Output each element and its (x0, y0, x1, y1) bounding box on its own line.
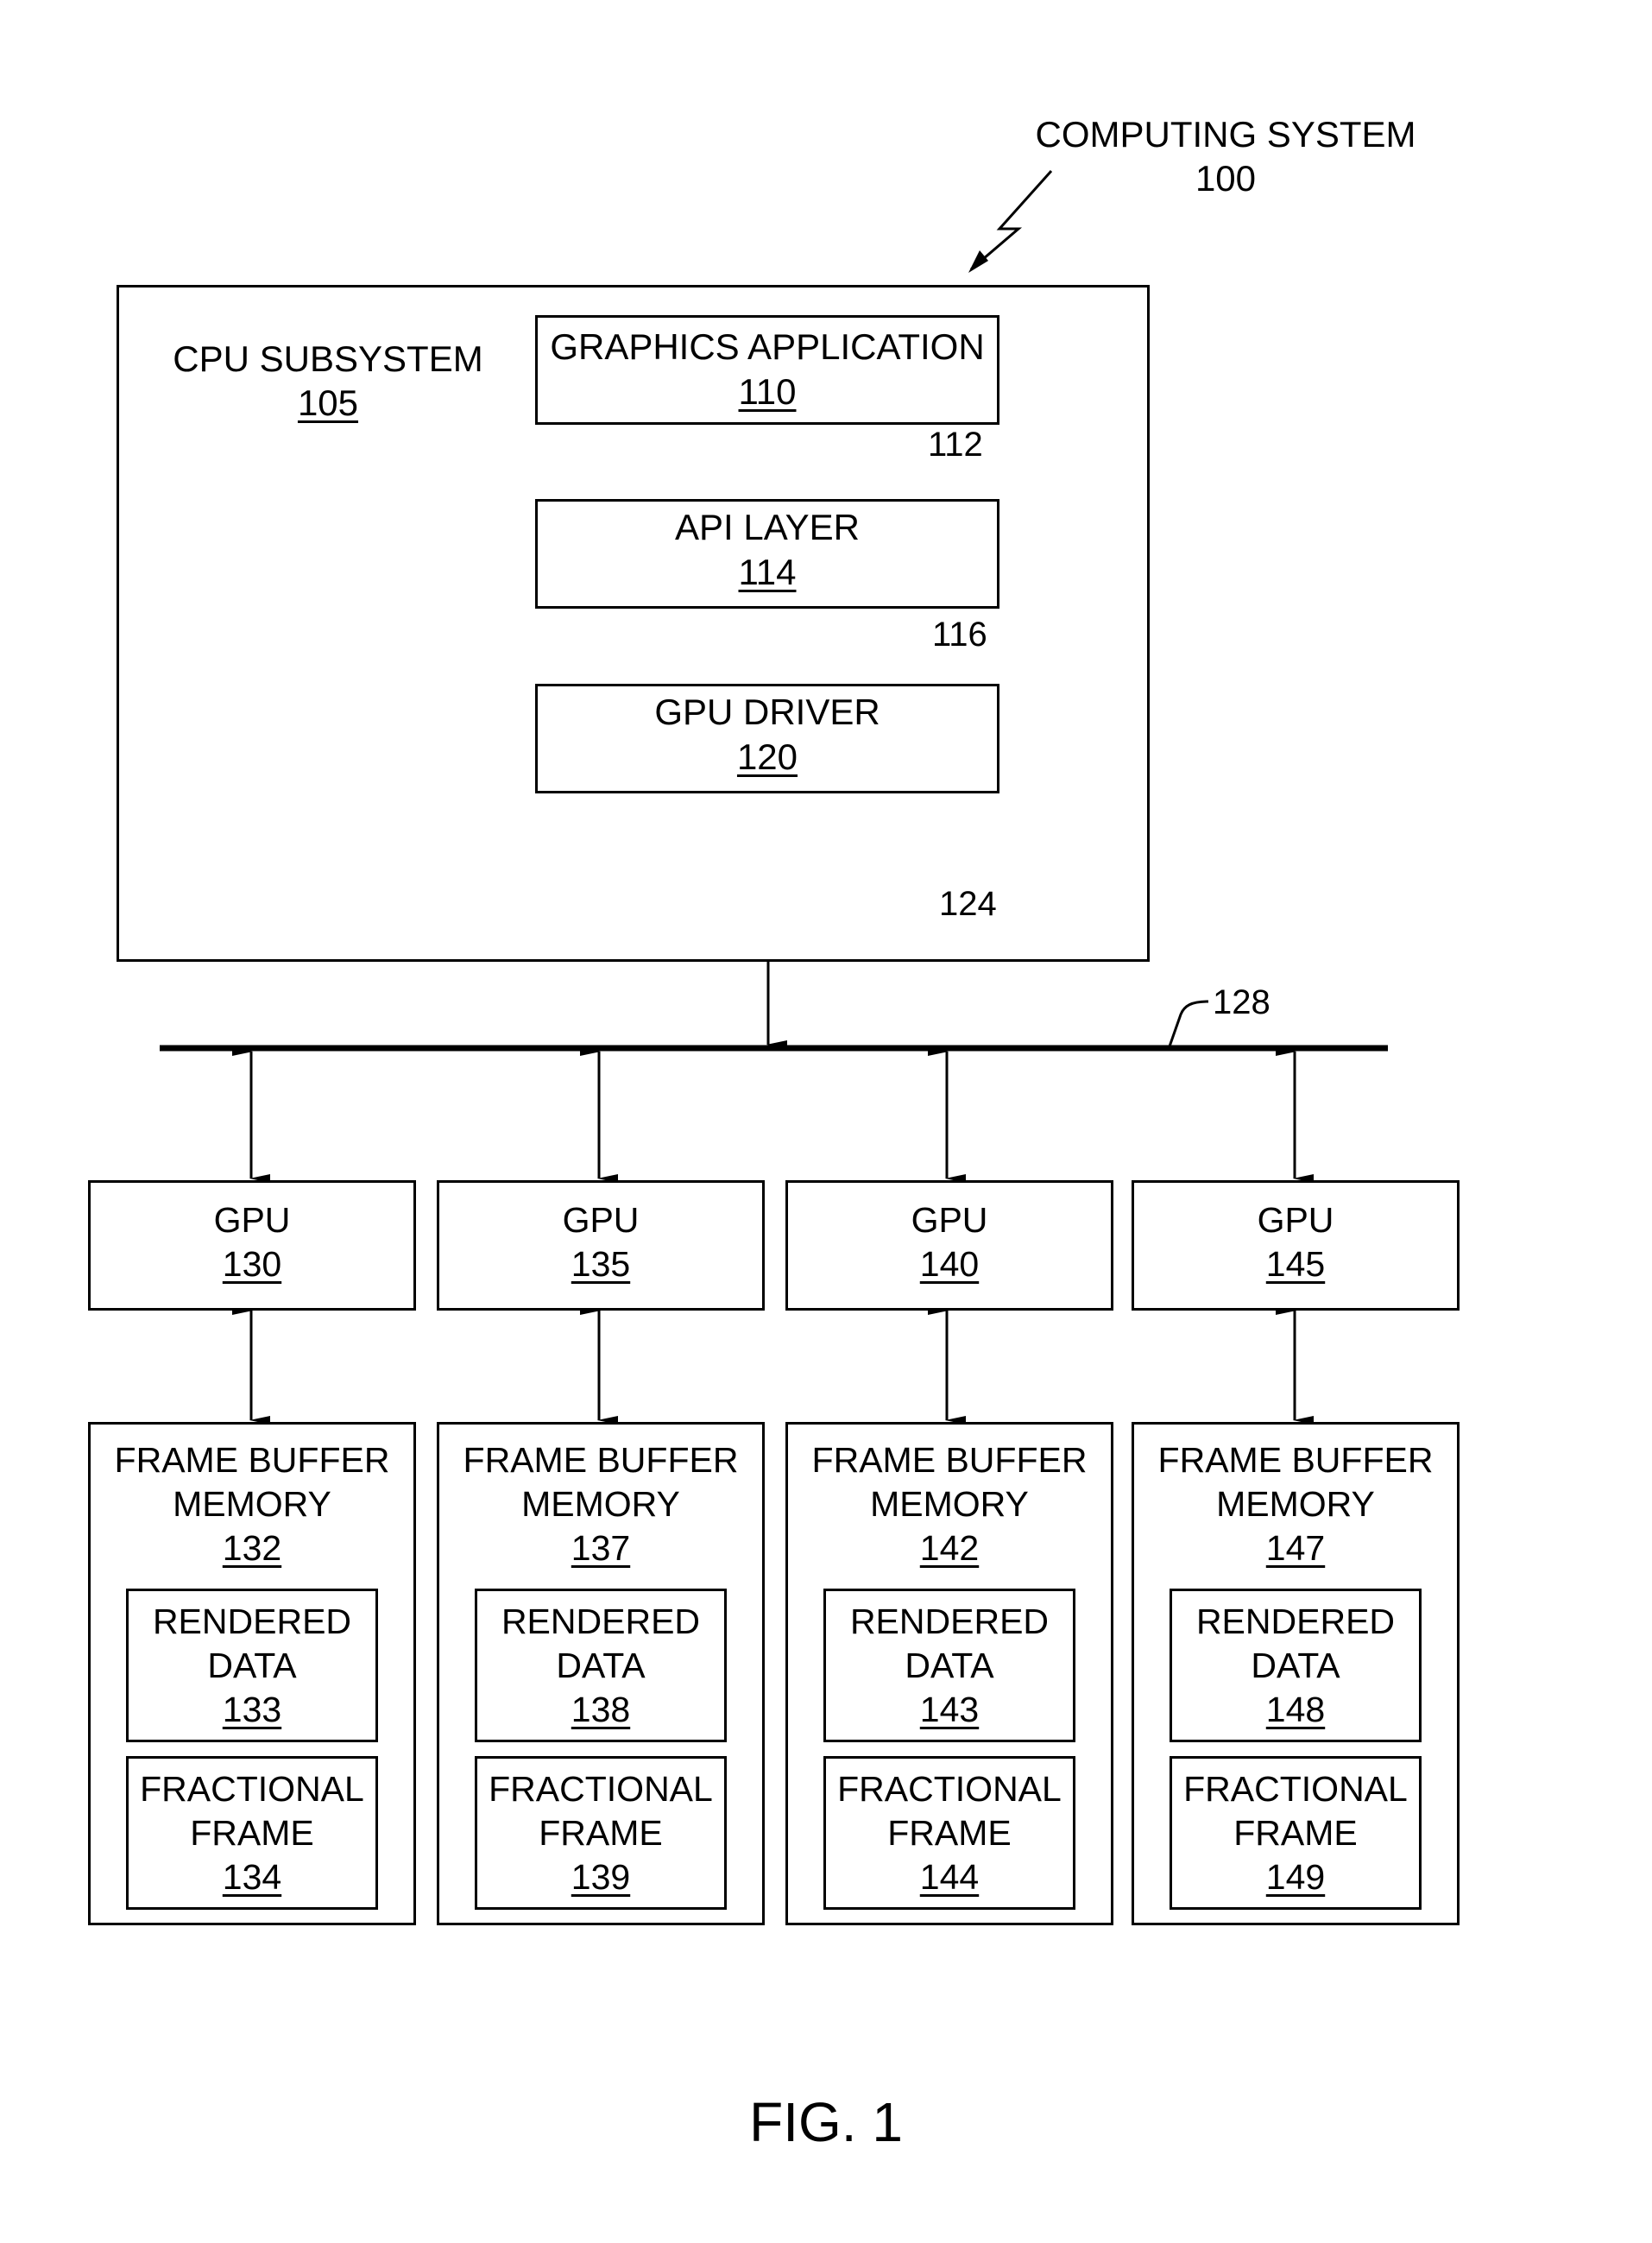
graphics-application-box[interactable]: GRAPHICS APPLICATION 110 (535, 315, 999, 425)
gpu-driver-title: GPU DRIVER (654, 692, 880, 732)
api-layer-box[interactable]: API LAYER 114 (535, 499, 999, 609)
gpu-ref: 130 (222, 1244, 282, 1284)
gpu-driver-ref: 120 (736, 736, 798, 777)
rendered-data-box[interactable]: RENDERED DATA 148 (1170, 1589, 1422, 1742)
gpu-title: GPU (213, 1200, 291, 1240)
frame-buffer-title: FRAME BUFFER MEMORY (811, 1440, 1088, 1524)
frame-buffer-title: FRAME BUFFER MEMORY (1157, 1440, 1434, 1524)
rendered-data-ref: 148 (1265, 1690, 1326, 1729)
cpu-subsystem-title: CPU SUBSYSTEM (173, 338, 483, 379)
fractional-frame-ref: 139 (571, 1857, 631, 1897)
graphics-application-title: GRAPHICS APPLICATION (550, 326, 985, 367)
gpu-ref: 145 (1265, 1244, 1326, 1284)
label-128: 128 (1213, 983, 1271, 1021)
rendered-data-ref: 133 (222, 1690, 282, 1729)
gpu-box[interactable]: GPU 145 (1132, 1180, 1460, 1311)
fractional-frame-box[interactable]: FRACTIONAL FRAME 144 (823, 1756, 1075, 1910)
fractional-frame-ref: 149 (1265, 1857, 1326, 1897)
rendered-data-title: RENDERED DATA (849, 1602, 1050, 1685)
rendered-data-box[interactable]: RENDERED DATA 143 (823, 1589, 1075, 1742)
fractional-frame-title: FRACTIONAL FRAME (837, 1769, 1062, 1853)
fractional-frame-title: FRACTIONAL FRAME (1183, 1769, 1408, 1853)
api-layer-ref: 114 (738, 552, 797, 592)
computing-system-label: COMPUTING SYSTEM 100 (1018, 112, 1433, 200)
computing-system-ref: 100 (1195, 158, 1257, 199)
rendered-data-title: RENDERED DATA (1195, 1602, 1396, 1685)
gpu-ref: 135 (571, 1244, 631, 1284)
fractional-frame-box[interactable]: FRACTIONAL FRAME 139 (475, 1756, 727, 1910)
graphics-application-ref: 110 (738, 371, 797, 412)
frame-buffer-ref: 137 (571, 1528, 631, 1568)
rendered-data-ref: 143 (919, 1690, 980, 1729)
api-layer-title: API LAYER (675, 507, 860, 547)
frame-buffer-title: FRAME BUFFER MEMORY (114, 1440, 390, 1524)
gpu-box[interactable]: GPU 140 (785, 1180, 1113, 1311)
figure-caption: FIG. 1 (749, 2091, 903, 2153)
rendered-data-title: RENDERED DATA (501, 1602, 701, 1685)
leader-128 (1168, 1000, 1209, 1047)
label-124: 124 (939, 885, 997, 923)
rendered-data-title: RENDERED DATA (152, 1602, 352, 1685)
gpu-box[interactable]: GPU 135 (437, 1180, 765, 1311)
gpu-title: GPU (562, 1200, 640, 1240)
gpu-box[interactable]: GPU 130 (88, 1180, 416, 1311)
fractional-frame-box[interactable]: FRACTIONAL FRAME 149 (1170, 1756, 1422, 1910)
fractional-frame-title: FRACTIONAL FRAME (489, 1769, 713, 1853)
gpu-title: GPU (911, 1200, 988, 1240)
cpu-subsystem-ref: 105 (297, 382, 359, 423)
label-112: 112 (928, 426, 983, 464)
frame-buffer-ref: 142 (919, 1528, 980, 1568)
fractional-frame-ref: 144 (919, 1857, 980, 1897)
system-arrowhead (968, 250, 988, 273)
label-116: 116 (932, 616, 987, 654)
frame-buffer-ref: 147 (1265, 1528, 1326, 1568)
gpu-title: GPU (1257, 1200, 1334, 1240)
gpu-ref: 140 (919, 1244, 980, 1284)
cpu-subsystem-label: CPU SUBSYSTEM 105 (155, 337, 501, 425)
frame-buffer-ref: 132 (222, 1528, 282, 1568)
frame-buffer-title: FRAME BUFFER MEMORY (463, 1440, 739, 1524)
fractional-frame-title: FRACTIONAL FRAME (140, 1769, 364, 1853)
rendered-data-box[interactable]: RENDERED DATA 138 (475, 1589, 727, 1742)
computing-system-title: COMPUTING SYSTEM (1035, 114, 1416, 155)
rendered-data-ref: 138 (571, 1690, 631, 1729)
fractional-frame-ref: 134 (222, 1857, 282, 1897)
rendered-data-box[interactable]: RENDERED DATA 133 (126, 1589, 378, 1742)
gpu-driver-box[interactable]: GPU DRIVER 120 (535, 684, 999, 793)
fractional-frame-box[interactable]: FRACTIONAL FRAME 134 (126, 1756, 378, 1910)
